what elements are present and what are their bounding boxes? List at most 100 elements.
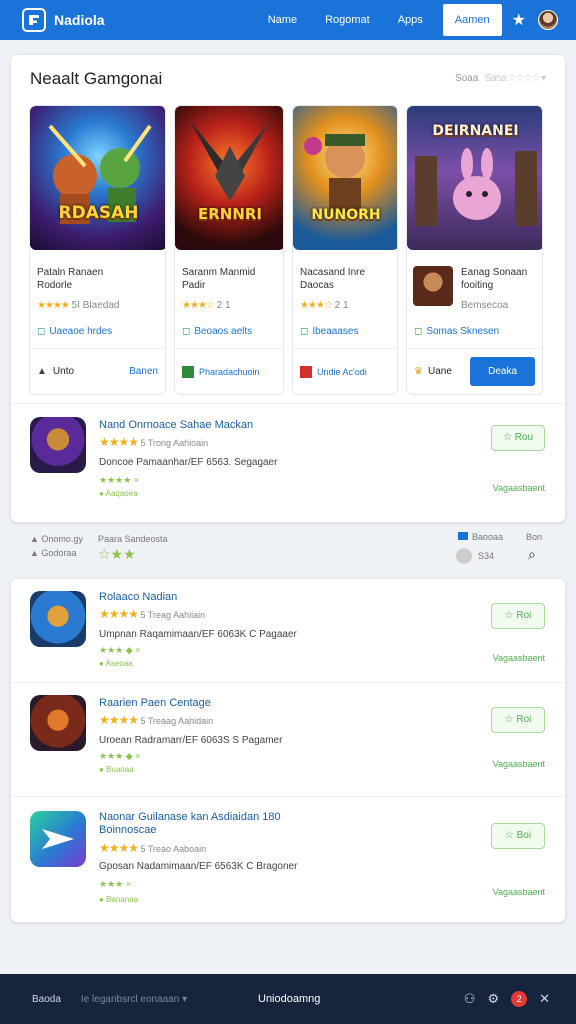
close-icon[interactable]: ✕ (539, 991, 550, 1007)
bottom-center-label[interactable]: Uniodoamng (258, 993, 320, 1005)
item-subtag: ● Aaqaoea (99, 489, 138, 498)
filter-option[interactable]: ▲ Onomo.gy (30, 534, 83, 544)
item-title[interactable]: Raarien Paen Centage (99, 697, 211, 710)
viewer-count-value: S34 (478, 551, 495, 561)
featured-game-card[interactable]: RDASAH Pataln Ranaen Rodorle ★★★★ 5I Bla… (29, 105, 166, 395)
mountain-icon: ▲ (37, 366, 47, 377)
version-label[interactable]: Vagaasbaent (493, 887, 545, 897)
game-icon[interactable] (30, 417, 86, 473)
game-art-title: DEIRNANEI (432, 123, 519, 139)
game-art-image[interactable]: DEIRNANEI (407, 106, 542, 250)
game-tag[interactable]: ◻ Beoaos aelts (182, 326, 252, 337)
sort-control[interactable]: Soaa Sarsa ☆☆☆☆ ▾ (455, 73, 546, 84)
nav-item-name[interactable]: Name (254, 0, 311, 40)
tag-label: Uaeaoe hrdes (49, 326, 113, 337)
game-icon[interactable] (30, 591, 86, 647)
game-art-image[interactable]: NUNORH (293, 106, 397, 250)
tag-icon: ◻ (37, 326, 46, 337)
sort-label: Soaa (455, 73, 479, 84)
filter-right-option[interactable]: Baooaa (458, 532, 503, 542)
item-subtag: ● Bananaa (99, 895, 139, 904)
game-art-image[interactable]: RDASAH (30, 106, 165, 250)
game-card-footer: ▲ Unto Banen (30, 348, 165, 394)
item-meta: ★★★★ 5 Trong Aahioain (99, 435, 208, 449)
primary-action-button[interactable]: Deaka (470, 357, 535, 386)
game-tag[interactable]: ◻ Ibeaaases (300, 326, 358, 337)
get-button[interactable]: ☆ Boi (491, 823, 545, 849)
meta-text: 5 Treaag Aahidain (140, 716, 214, 726)
app-brand[interactable]: Nadiola (54, 12, 105, 28)
viewer-count: S34 (456, 548, 494, 564)
bottom-dropdown[interactable]: Ie leganbsrcl eonaaan ▾ (81, 994, 187, 1005)
tag-icon: ◻ (300, 326, 309, 337)
settings-icon[interactable]: ⚙ (487, 991, 499, 1007)
featured-game-card[interactable]: DEIRNANEI Eanag Sonaan fooiting Bemsecoa… (406, 105, 543, 395)
featured-card: Neaalt Gamgonai Soaa Sarsa ☆☆☆☆ ▾ RDASAH… (11, 55, 565, 522)
game-name[interactable]: Pataln Ranaen Rodorle (37, 266, 103, 292)
rating-stars: ★★★★ (99, 435, 139, 449)
rating-stars: ★★★★ (99, 607, 139, 621)
filter-right-label: Baooaa (472, 532, 504, 542)
notification-badge[interactable]: 2 (511, 991, 528, 1007)
game-thumbnail[interactable] (413, 266, 453, 306)
game-tag[interactable]: ◻ Somas Sknesen (414, 326, 499, 337)
rating-text: 5I Blaedad (71, 300, 120, 311)
game-rating: ★★★☆ 2 1 (182, 300, 231, 311)
item-title[interactable]: Nand Onrnoace Sahae Mackan (99, 419, 253, 432)
item-subrating: ★★★ × (99, 879, 131, 889)
get-button[interactable]: ☆ Roi (491, 603, 545, 629)
item-meta: ★★★★ 5 Treaag Aahidain (99, 713, 213, 727)
get-button[interactable]: ☆ Roi (491, 707, 545, 733)
bottom-left-link[interactable]: Baoda (32, 994, 61, 1005)
game-card-footer: Undie Ac'odi (293, 348, 397, 394)
game-name[interactable]: Nacasand Inre Daocas (300, 266, 365, 292)
sort-value[interactable]: Sarsa ☆☆☆☆ ▾ (484, 73, 546, 84)
app-arrow-icon[interactable] (30, 811, 86, 867)
game-art-title: RDASAH (58, 203, 139, 223)
search-icon[interactable]: ⌕ (528, 546, 536, 563)
divider (11, 682, 565, 683)
item-subrating: ★★★ ◆ × (99, 751, 141, 761)
nav-item-apps[interactable]: Apps (384, 0, 437, 40)
item-subrating: ★★★★ × (99, 475, 140, 485)
item-title[interactable]: Rolaaco Nadian (99, 591, 177, 604)
item-title[interactable]: Naonar Guilanase kan Asdiaidan 180 Boinn… (99, 811, 281, 837)
app-logo-icon[interactable] (22, 8, 46, 32)
filter-option[interactable]: ▲ Godoraa (30, 548, 76, 558)
featured-game-card[interactable]: NUNORH Nacasand Inre Daocas ★★★☆ 2 1 ◻ Ib… (292, 105, 398, 395)
divider (11, 796, 565, 797)
user-avatar[interactable] (538, 10, 558, 30)
footer-label[interactable]: Undie Ac'odi (317, 367, 367, 377)
get-button[interactable]: ☆ Rou (491, 425, 545, 451)
nav-item-active[interactable]: Aamen (442, 4, 502, 36)
game-name[interactable]: Eanag Sonaan fooiting (461, 266, 527, 292)
gamepad-icon[interactable]: ⚇ (464, 991, 476, 1007)
game-icon[interactable] (30, 695, 86, 751)
rating-stars: ★★★★ (99, 713, 139, 727)
version-label[interactable]: Vagaasbaent (493, 483, 545, 493)
game-art-image[interactable]: ERNNRI (175, 106, 283, 250)
meta-text: 5 Treao Aaboain (140, 844, 207, 854)
game-name[interactable]: Saranm Manmid Padir (182, 266, 255, 292)
favorite-star-icon[interactable]: ★ (512, 10, 526, 30)
item-meta: ★★★★ 5 Treao Aaboain (99, 841, 206, 855)
game-tag[interactable]: ◻ Uaeaoe hrdes (37, 326, 112, 337)
warriors-illustration (48, 124, 152, 224)
chat-icon (458, 532, 468, 540)
footer-link[interactable]: Banen (129, 366, 158, 377)
footer-label[interactable]: Pharadachuoin (199, 367, 260, 377)
filter-stars[interactable]: ☆★★ (98, 546, 136, 563)
red-square-icon (300, 365, 312, 378)
meta-text: 5 Trong Aahioain (140, 438, 209, 448)
bottom-icons: ⚇ ⚙ 2 ✕ (464, 991, 550, 1007)
filter-option-label: Onomo.gy (41, 534, 83, 544)
footer-label: Uane (427, 366, 452, 377)
version-label[interactable]: Vagaasbaent (493, 653, 545, 663)
item-description: Umpnan Raqamimaan/EF 6063K C Pagaaer (99, 629, 297, 640)
featured-game-card[interactable]: ERNNRI Saranm Manmid Padir ★★★☆ 2 1 ◻ Beo… (174, 105, 284, 395)
rating-text: 2 1 (334, 300, 349, 311)
version-label[interactable]: Vagaasbaent (493, 759, 545, 769)
nav-item-rogomat[interactable]: Rogomat (311, 0, 384, 40)
crown-icon: ♛ (414, 366, 423, 377)
filter-right-option-2[interactable]: Bon (526, 532, 542, 542)
